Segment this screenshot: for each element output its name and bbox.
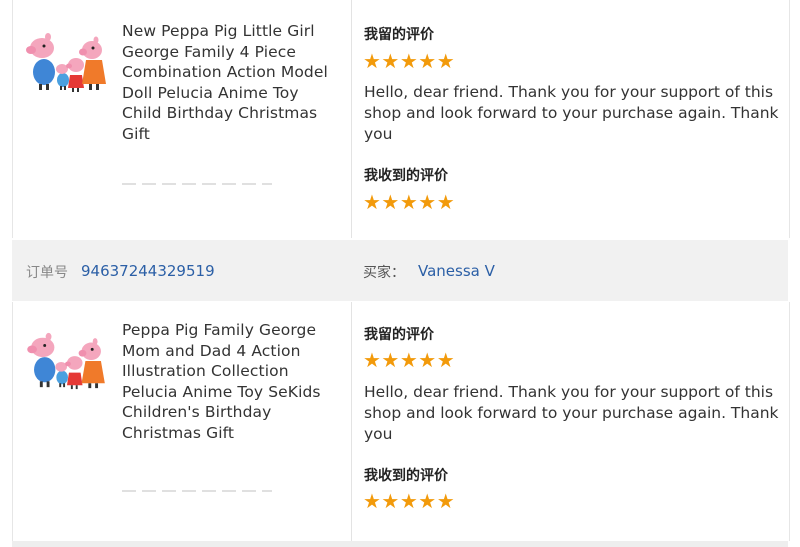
received-review-heading: 我收到的评价 [364,468,448,484]
column-divider [351,0,352,238]
product-title-link[interactable]: New Peppa Pig Little Girl George Family … [122,21,337,144]
faded-text-line [122,490,272,492]
buyer-name-link[interactable]: Vanessa V [418,262,495,280]
my-review-heading: 我留的评价 [364,327,434,343]
my-review-stars: ★★★★★ [363,49,456,73]
product-thumbnail[interactable] [26,28,108,94]
order-number-link[interactable]: 94637244329519 [81,262,215,280]
order-info-bar: 订单号 94637244329519 买家： Vanessa V [12,240,788,301]
bottom-separator [12,541,788,547]
order-number-label: 订单号 [26,265,68,281]
order-item: New Peppa Pig Little Girl George Family … [12,0,790,238]
reply-text: Hello, dear friend. Thank you for your s… [364,83,779,143]
product-title-link[interactable]: Peppa Pig Family George Mom and Dad 4 Ac… [122,320,337,443]
order-item: Peppa Pig Family George Mom and Dad 4 Ac… [12,302,790,541]
feedback-page: New Peppa Pig Little Girl George Family … [0,0,800,547]
my-review-heading: 我留的评价 [364,27,434,43]
reply-text: Hello, dear friend. Thank you for your s… [364,383,779,443]
my-review-stars: ★★★★★ [363,348,456,372]
received-review-stars: ★★★★★ [363,190,456,214]
faded-text-line [122,183,272,185]
buyer-label: 买家： [363,265,405,281]
product-thumbnail[interactable] [26,328,108,392]
received-review-stars: ★★★★★ [363,489,456,513]
column-divider [351,302,352,541]
bar-divider [350,240,351,301]
received-review-heading: 我收到的评价 [364,168,448,184]
